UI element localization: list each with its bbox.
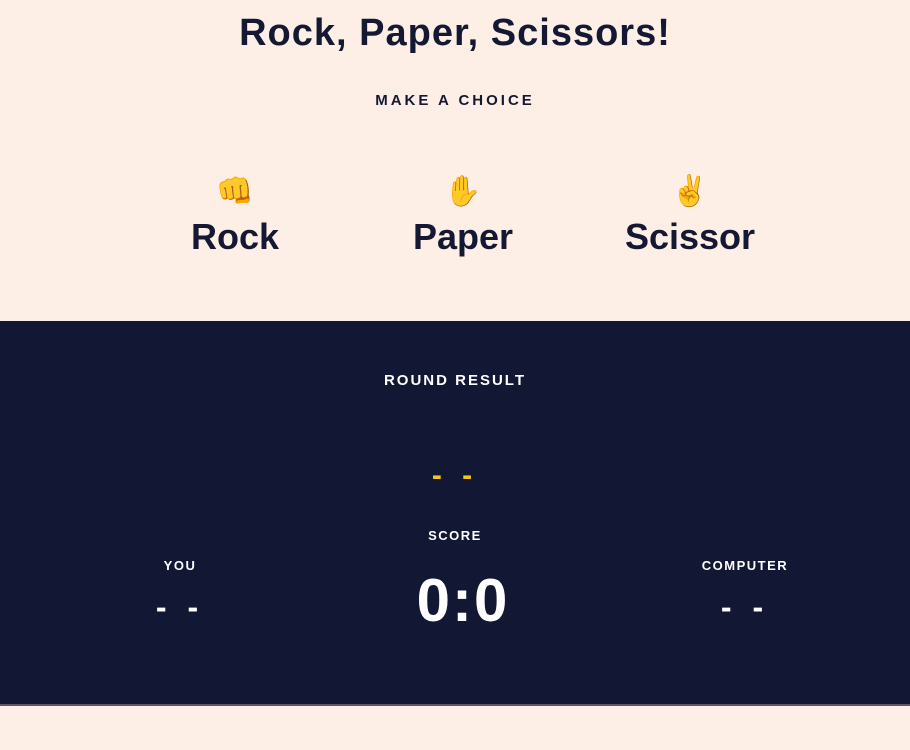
computer-label: COMPUTER [701, 558, 789, 573]
result-panel: ROUND RESULT - - SCORE 0:0 YOU - - COMPU… [0, 321, 910, 704]
paper-label: Paper [412, 216, 514, 257]
player-choice-value: - - [155, 589, 205, 625]
paper-button[interactable]: ✋ Paper [363, 172, 563, 258]
raised-hand-icon: ✋ [444, 175, 482, 208]
score-label: SCORE [428, 528, 482, 543]
scissor-button[interactable]: ✌️ Scissor [590, 172, 790, 258]
round-result-value: - - [431, 459, 479, 492]
rock-button[interactable]: 👊 Rock [135, 172, 335, 258]
footer [0, 706, 910, 750]
scissor-label: Scissor [624, 216, 756, 257]
player-label: YOU [163, 558, 197, 573]
round-result-label: ROUND RESULT [383, 372, 527, 389]
victory-hand-icon: ✌️ [671, 175, 709, 208]
computer-choice-value: - - [720, 589, 770, 625]
choice-section: Rock, Paper, Scissors! MAKE A CHOICE 👊 R… [0, 0, 910, 321]
make-choice-label: MAKE A CHOICE [375, 92, 535, 109]
page-title: Rock, Paper, Scissors! [239, 12, 671, 54]
fist-icon: 👊 [216, 175, 254, 208]
rock-label: Rock [190, 216, 280, 257]
